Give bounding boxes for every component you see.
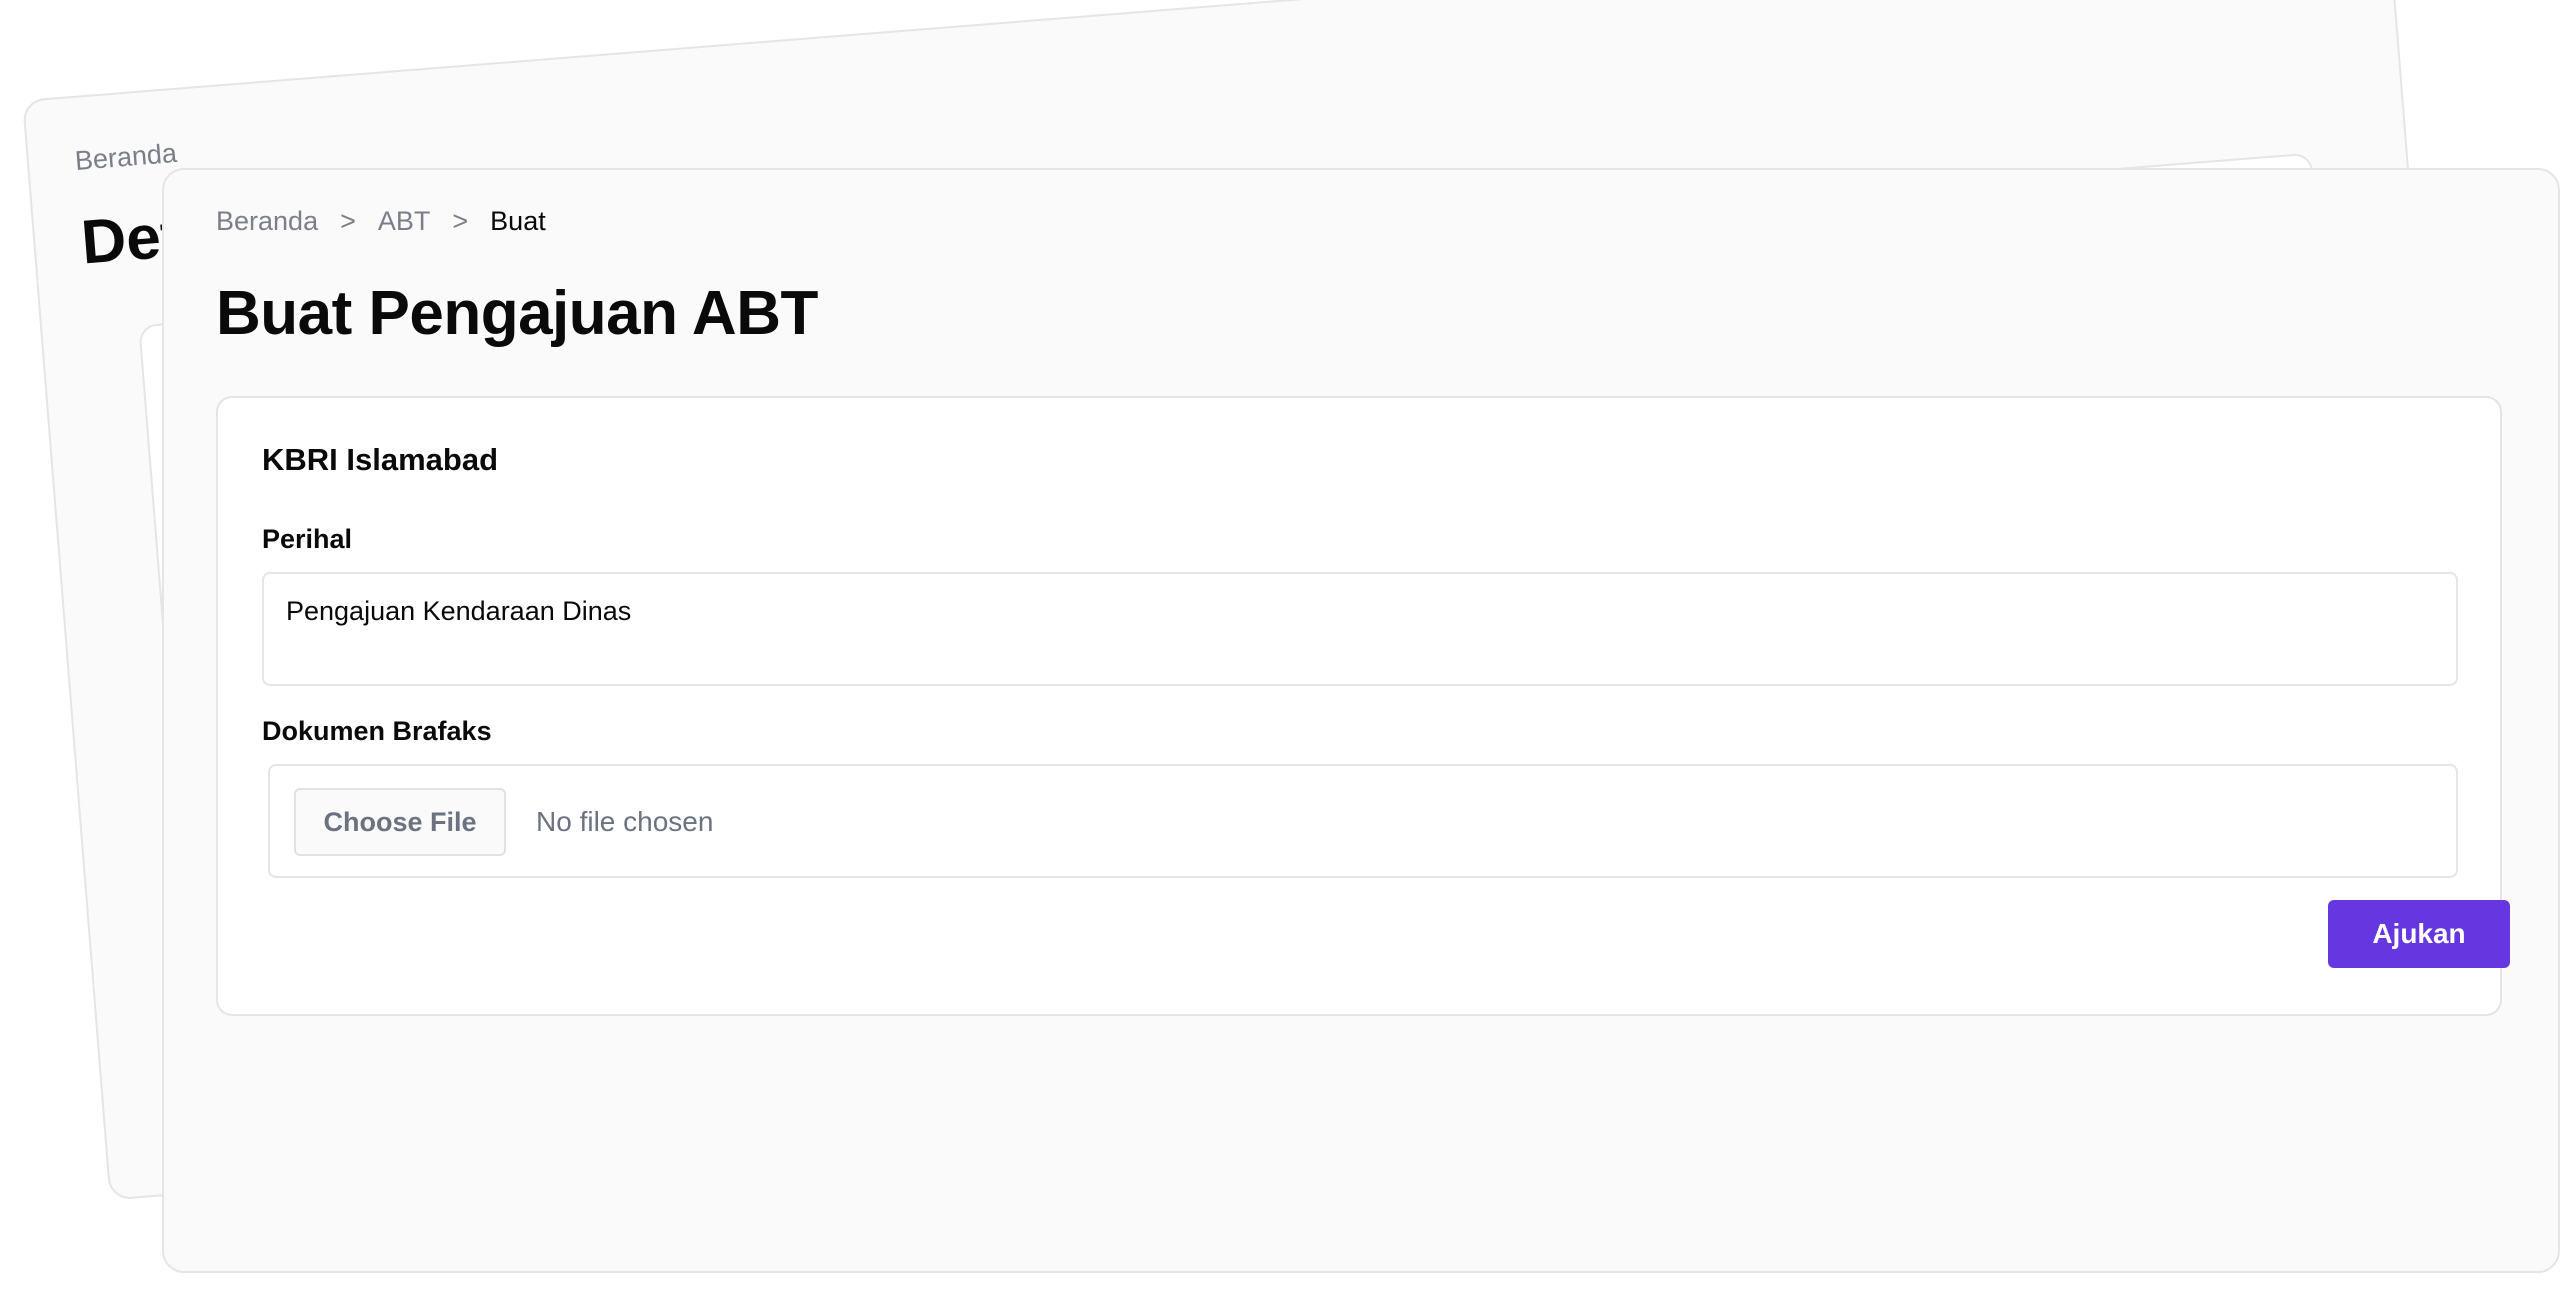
- dokumen-brafaks-label: Dokumen Brafaks: [262, 716, 492, 746]
- background-breadcrumb: Beranda: [73, 137, 178, 176]
- choose-file-button[interactable]: Choose File: [294, 788, 506, 856]
- dokumen-file-input[interactable]: Choose File No file chosen: [268, 764, 2458, 878]
- app-stage: Beranda Det KB Se Pe D Beranda > ABT > B…: [0, 0, 2561, 1316]
- perihal-input[interactable]: Pengajuan Kendaraan Dinas: [262, 572, 2458, 686]
- org-name: KBRI Islamabad: [262, 442, 499, 477]
- breadcrumb-separator: >: [340, 206, 356, 236]
- breadcrumb-separator: >: [452, 206, 469, 236]
- breadcrumb: Beranda > ABT > Buat: [216, 206, 546, 237]
- submission-form: KBRI Islamabad Perihal Pengajuan Kendara…: [216, 396, 2510, 1016]
- ajukan-button[interactable]: Ajukan: [2328, 900, 2510, 968]
- breadcrumb-beranda-link[interactable]: Beranda: [216, 206, 318, 237]
- perihal-label: Perihal: [262, 524, 353, 554]
- file-status-text: No file chosen: [536, 806, 714, 837]
- breadcrumb-abt-link[interactable]: ABT: [378, 206, 431, 237]
- create-submission-card: Beranda > ABT > Buat Buat Pengajuan ABT …: [162, 168, 2560, 1273]
- breadcrumb-current: Buat: [490, 206, 546, 236]
- page-title: Buat Pengajuan ABT: [216, 279, 818, 348]
